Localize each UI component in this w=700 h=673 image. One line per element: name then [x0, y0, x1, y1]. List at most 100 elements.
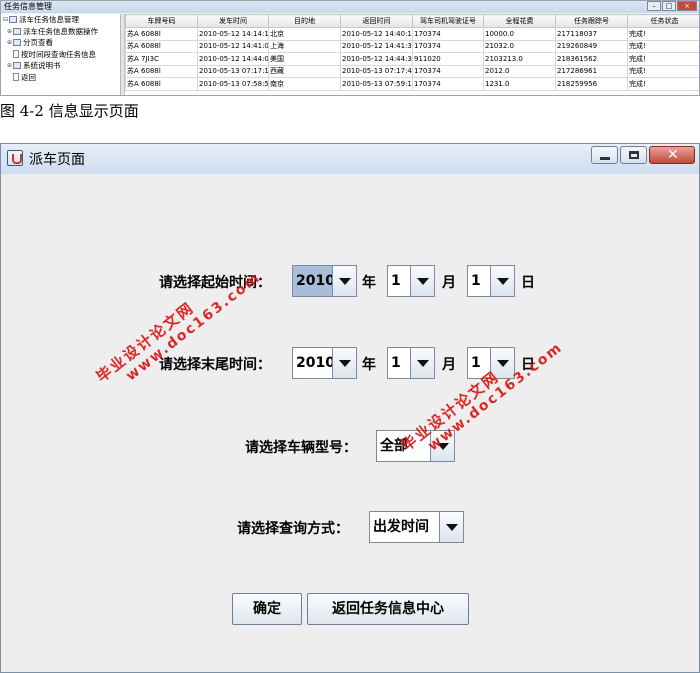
chevron-down-icon[interactable] [410, 266, 434, 296]
tree-item-label: 按时间段查询任务信息 [21, 49, 96, 59]
chevron-down-icon[interactable] [332, 348, 356, 378]
close-icon: ✕ [667, 147, 679, 163]
maximize-icon [629, 151, 639, 159]
table-cell: 苏A 6088l [125, 27, 198, 41]
tree-item[interactable]: ⊟ 派车任务信息管理 [1, 14, 120, 26]
end-month-value: 1 [391, 355, 401, 371]
table-cell: 2012.0 [483, 64, 556, 78]
end-month-select[interactable]: 1 [387, 347, 435, 379]
table-row[interactable]: 苏A 6088l 2010-05-12 14:41:0... 上海 2010-05-1… [125, 39, 699, 53]
task-info-window: 任务信息管理 – □ × ⊟ 派车任务信息管理 ⊕ 派车任务信息数据操作 ⊕ 分页查看 按时… [0, 0, 700, 96]
table-cell: 10000.0 [483, 27, 556, 41]
table-cell: 217286961 [555, 64, 628, 78]
start-day-select[interactable]: 1 [467, 265, 515, 297]
column-header[interactable]: 发车时间 [197, 14, 269, 28]
column-header[interactable]: 车牌号码 [125, 14, 198, 28]
tree-item[interactable]: ⊕ 分页查看 [1, 37, 120, 49]
folder-icon [13, 39, 21, 47]
ok-button[interactable]: 确定 [232, 593, 302, 625]
minimize-icon [600, 157, 610, 160]
chevron-down-icon[interactable] [410, 348, 434, 378]
chevron-down-icon[interactable] [490, 266, 514, 296]
table-cell: 21032.0 [483, 39, 556, 53]
table-cell: 1231.0 [483, 77, 556, 91]
table-cell: 美国 [268, 52, 341, 66]
tree-item[interactable]: 按时间段查询任务信息 [1, 49, 120, 61]
document-icon [13, 50, 19, 59]
table-cell: 911020 [412, 52, 484, 66]
start-year-value: 2010 [293, 266, 332, 296]
maximize-button[interactable] [620, 146, 647, 164]
table-cell: 苏A 6088l [125, 39, 198, 53]
table-cell: 2010-05-13 07:17:4... [340, 64, 413, 78]
table-cell: 苏A 6088l [125, 77, 198, 91]
dispatch-form: 请选择起始时间： 2010 年 1 月 1 日 请选择末尾时间： 2010 年 … [1, 175, 699, 672]
table-row[interactable]: 苏A 6088l 2010-05-13 07:58:5... 南京 2010-05-1… [125, 77, 699, 91]
dispatch-window-controls: ✕ [591, 146, 695, 164]
dispatch-window-title: 派车页面 [29, 152, 85, 168]
table-cell: 南京 [268, 77, 341, 91]
table-cell: 完成! [627, 64, 699, 78]
column-header[interactable]: 任务状态 [627, 14, 699, 28]
table-row[interactable]: 苏A 7JI3C 2010-05-12 14:44:0... 美国 2010-05-1… [125, 52, 699, 66]
column-header[interactable]: 任务跟踪号 [555, 14, 628, 28]
tree-item-label: 返回 [21, 72, 36, 82]
start-year-select[interactable]: 2010 [292, 265, 357, 297]
table-cell: 完成! [627, 39, 699, 53]
tree-item[interactable]: ⊕ 派车任务信息数据操作 [1, 26, 120, 38]
start-day-unit: 日 [521, 275, 535, 291]
tree-item-label: 系统说明书 [23, 61, 61, 70]
nav-tree: ⊟ 派车任务信息管理 ⊕ 派车任务信息数据操作 ⊕ 分页查看 按时间段查询任务信息 ⊕ 系统说明… [1, 14, 121, 95]
table-cell: 完成! [627, 52, 699, 66]
chevron-down-icon[interactable] [439, 512, 463, 542]
maximize-button[interactable]: □ [662, 1, 676, 11]
table-cell: 219260849 [555, 39, 628, 53]
start-month-value: 1 [391, 273, 401, 289]
column-header[interactable]: 全程花费 [483, 14, 556, 28]
close-button[interactable]: ✕ [649, 146, 695, 164]
start-month-unit: 月 [442, 275, 456, 291]
column-header[interactable]: 返回时间 [340, 14, 413, 28]
screen: 任务信息管理 – □ × ⊟ 派车任务信息管理 ⊕ 派车任务信息数据操作 ⊕ 分页查看 按时… [0, 0, 700, 673]
table-cell: 苏A 6088l [125, 64, 198, 78]
end-year-select[interactable]: 2010 [292, 347, 357, 379]
close-button[interactable]: × [677, 1, 697, 11]
table-cell: 完成! [627, 77, 699, 91]
back-to-task-center-button[interactable]: 返回任务信息中心 [307, 593, 469, 625]
column-header[interactable]: 目的地 [268, 14, 341, 28]
java-app-icon [7, 150, 23, 166]
table-row[interactable]: 苏A 6088l 2010-05-13 07:17:1... 西藏 2010-05-1… [125, 64, 699, 78]
table-cell: 2010-05-12 14:41:0... [197, 39, 269, 53]
start-year-unit: 年 [362, 275, 376, 291]
tree-item[interactable]: ⊕ 系统说明书 [1, 60, 120, 72]
figure-caption: 图 4-2 信息显示页面 [0, 102, 139, 120]
task-info-window-titlebar: 任务信息管理 – □ × [1, 1, 699, 13]
minimize-button[interactable]: – [647, 1, 661, 11]
tree-item[interactable]: 返回 [1, 72, 120, 84]
query-mode-value: 出发时间 [373, 519, 429, 535]
table-row[interactable]: 苏A 6088l 2010-05-12 14:14:1... 北京 2010-05-1… [125, 27, 699, 41]
folder-icon [13, 27, 21, 35]
folder-icon [13, 62, 21, 70]
table-cell: 2010-05-12 14:44:3... [340, 52, 413, 66]
end-year-unit: 年 [362, 357, 376, 373]
tree-item-label: 派车任务信息数据操作 [23, 26, 98, 36]
chevron-down-icon[interactable] [332, 266, 356, 296]
table-cell: 2103213.0 [483, 52, 556, 66]
start-month-select[interactable]: 1 [387, 265, 435, 297]
end-time-label: 请选择末尾时间： [159, 357, 271, 373]
minimize-button[interactable] [591, 146, 618, 164]
tree-item-label: 分页查看 [23, 38, 53, 47]
table-cell: 2010-05-12 14:41:3... [340, 39, 413, 53]
column-header[interactable]: 驾车司机驾驶证号 [412, 14, 484, 28]
query-mode-select[interactable]: 出发时间 [369, 511, 464, 543]
table-cell: 2010-05-13 07:58:5... [197, 77, 269, 91]
table-cell: 完成! [627, 27, 699, 41]
table-cell: 2010-05-13 07:17:1... [197, 64, 269, 78]
task-info-window-title: 任务信息管理 [4, 2, 52, 11]
end-year-value: 2010 [296, 355, 332, 371]
end-month-unit: 月 [442, 357, 456, 373]
table-cell: 170374 [412, 64, 484, 78]
document-icon [13, 73, 19, 82]
task-info-window-controls: – □ × [647, 1, 697, 11]
